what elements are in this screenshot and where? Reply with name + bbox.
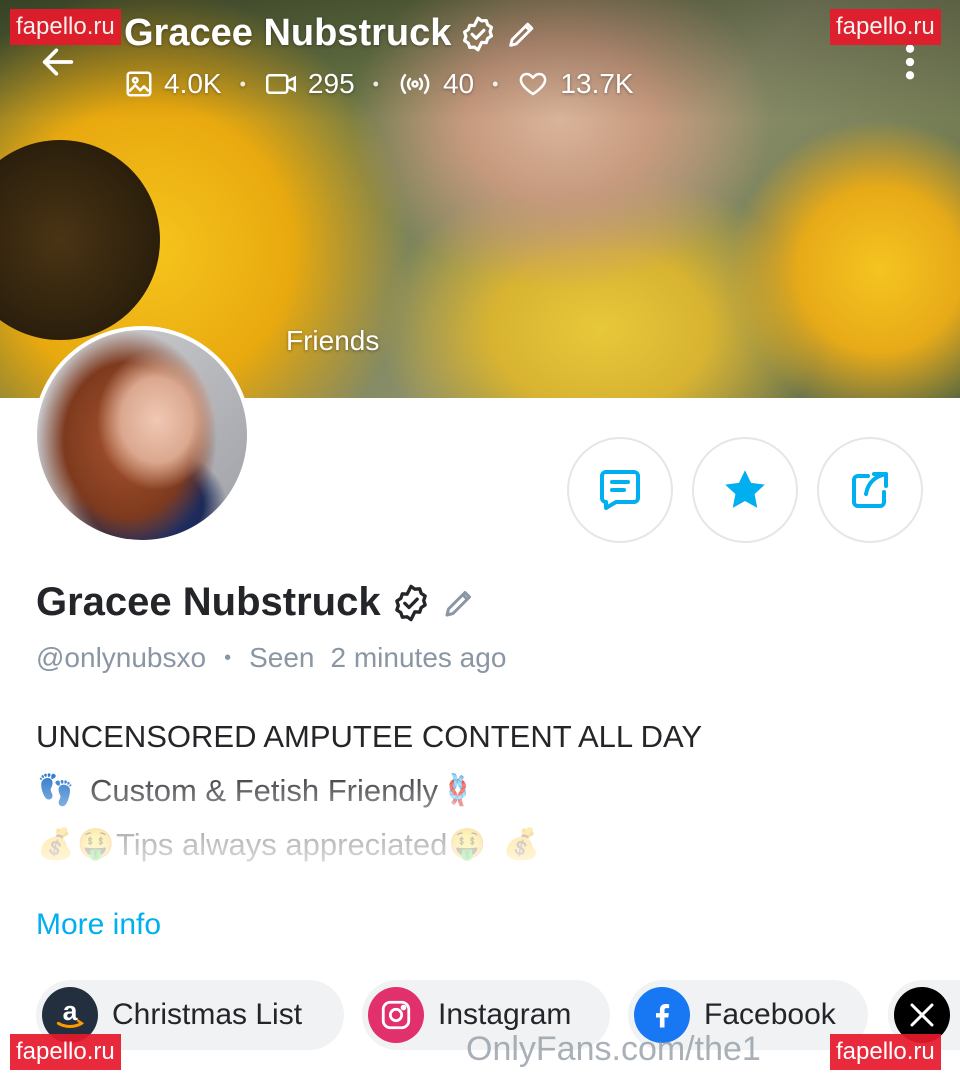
message-icon [600, 470, 640, 510]
stat-separator: • [372, 73, 379, 94]
favorite-button[interactable] [692, 437, 798, 543]
header-stats: 4.0K • 295 • 40 • 13.7K [124, 68, 634, 100]
stat-photos-value: 4.0K [164, 68, 222, 99]
stat-likes-value: 13.7K [560, 68, 634, 99]
header-name-row: Gracee Nubstruck [124, 12, 539, 55]
watermark-top-right: fapello.ru [830, 9, 941, 45]
bio-line-1: UNCENSORED AMPUTEE CONTENT ALL DAY [36, 719, 703, 754]
cover-sunflower-center [0, 140, 160, 340]
verified-icon [463, 16, 494, 51]
arrow-left-icon [42, 48, 74, 76]
star-icon [725, 470, 765, 508]
stat-streams: 40 [397, 68, 474, 100]
watermark-bottom-left: fapello.ru [10, 1034, 121, 1070]
knot-emoji: 🪢 [439, 774, 477, 807]
profile-sub-row: @onlynubsxo • Seen 2 minutes ago [36, 642, 506, 674]
stat-separator: • [239, 73, 246, 94]
heart-icon [520, 72, 547, 96]
profile-name: Gracee Nubstruck [36, 580, 381, 624]
stat-separator: • [492, 73, 499, 94]
more-vertical-icon [905, 44, 915, 80]
top-bar: Gracee Nubstruck 4.0K • 295 • 40 • 13.7K [0, 0, 960, 110]
header-name: Gracee Nubstruck [124, 12, 452, 54]
link-label: Facebook [704, 998, 836, 1031]
stat-streams-value: 40 [442, 68, 475, 99]
avatar-image [37, 330, 247, 540]
stat-likes: 13.7K [516, 68, 634, 100]
message-button[interactable] [567, 437, 673, 543]
stat-photos: 4.0K [124, 68, 222, 100]
watermark-top-left: fapello.ru [10, 9, 121, 45]
avatar[interactable] [33, 326, 251, 544]
watermark-bottom-right: fapello.ru [830, 1034, 941, 1070]
profile-handle: @onlynubsxo [36, 642, 207, 673]
stream-icon [400, 74, 430, 94]
last-seen-time: 2 minutes ago [330, 642, 507, 673]
instagram-icon [368, 987, 424, 1043]
video-icon [265, 74, 296, 94]
money-face-emoji: 🤑 [448, 828, 487, 861]
share-icon [852, 472, 888, 508]
link-label: Instagram [438, 998, 572, 1031]
profile-name-row: Gracee Nubstruck [36, 580, 477, 625]
bio-line-3: 💰 🤑 Tips always appreciated 🤑 💰 [36, 818, 916, 872]
verified-icon [394, 584, 427, 621]
money-bag-emoji: 💰 [502, 828, 541, 861]
bio-line-2-text: Custom & Fetish Friendly [90, 773, 438, 808]
bio-line-3-text: Tips always appreciated [116, 827, 448, 862]
separator-dot: • [224, 646, 232, 669]
watermark-footer: OnlyFans.com/the1 [466, 1030, 761, 1068]
money-bag-emoji: 💰 [37, 828, 75, 861]
cover-friends-label: Friends [286, 325, 380, 356]
last-seen-label: Seen [249, 642, 315, 673]
footprints-emoji: 👣 [37, 774, 75, 807]
edit-pencil-icon[interactable] [441, 585, 477, 621]
money-face-emoji: 🤑 [77, 828, 115, 861]
stat-videos: 295 [264, 68, 355, 100]
more-info-link[interactable]: More info [36, 908, 161, 942]
svg-text:a: a [63, 996, 78, 1026]
stat-videos-value: 295 [307, 68, 355, 99]
share-button[interactable] [817, 437, 923, 543]
bio: UNCENSORED AMPUTEE CONTENT ALL DAY 👣 Cus… [36, 710, 916, 900]
bio-line-2: 👣 Custom & Fetish Friendly 🪢 [36, 764, 916, 818]
edit-pencil-icon[interactable] [505, 17, 539, 51]
link-label: Christmas List [112, 998, 303, 1031]
image-icon [126, 71, 152, 97]
